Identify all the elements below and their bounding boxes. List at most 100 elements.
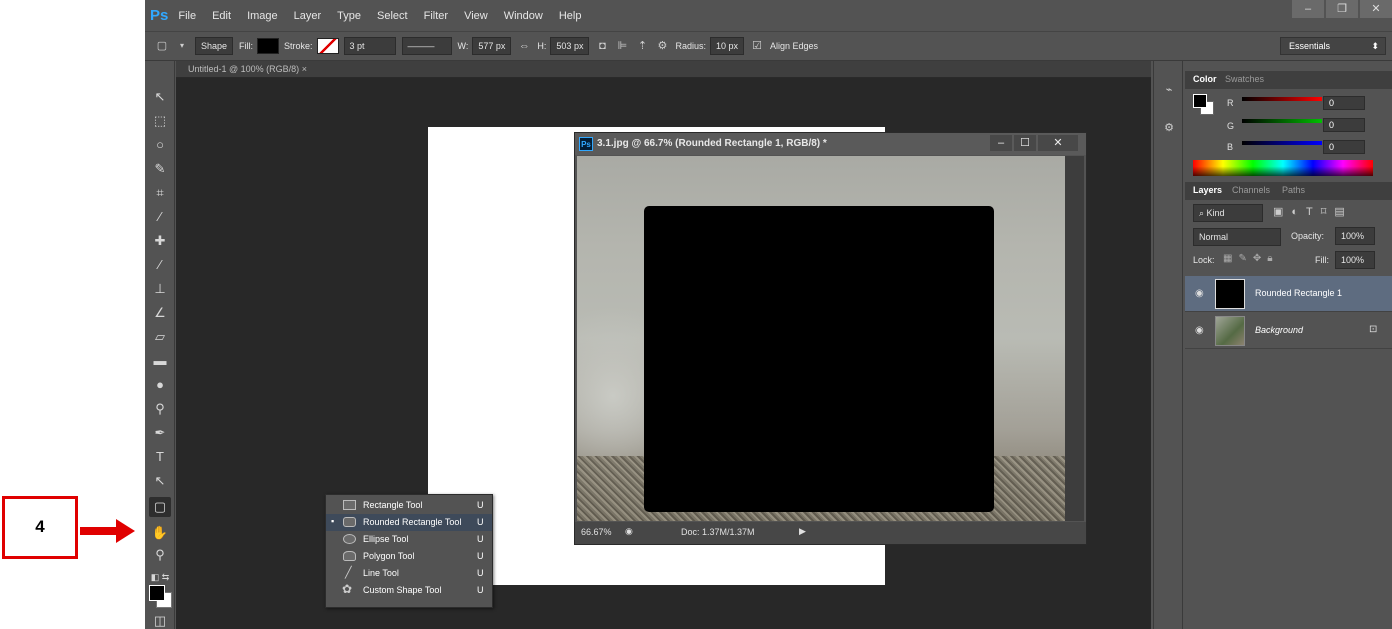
zoom-level[interactable]: 66.67% [581,527,612,537]
red-value-input[interactable]: 0 [1323,96,1365,110]
visibility-eye-icon[interactable]: ◉ [1195,288,1204,299]
custom-shape-tool-item[interactable]: ✿ Custom Shape Tool U [326,582,492,599]
tab-swatches[interactable]: Swatches [1225,74,1264,84]
tab-layers[interactable]: Layers [1193,185,1222,195]
green-value-input[interactable]: 0 [1323,118,1365,132]
healing-brush-tool-icon[interactable]: ✚ [149,231,171,251]
menu-type[interactable]: Type [337,10,361,22]
radius-input[interactable]: 10 px [709,37,744,55]
history-panel-icon[interactable]: ⌁ [1161,83,1177,99]
status-info-icon[interactable]: ◉ [625,526,633,537]
gear-icon[interactable]: ⚙ [655,39,669,53]
stroke-type-select[interactable]: ——— [401,37,452,55]
maximize-button[interactable]: ☐ [1014,135,1036,151]
blue-value-input[interactable]: 0 [1323,140,1365,154]
default-colors-icon[interactable]: ◧ ⇆ [149,567,171,587]
polygon-tool-item[interactable]: Polygon Tool U [326,548,492,565]
layer-name[interactable]: Rounded Rectangle 1 [1255,288,1342,298]
document-tab[interactable]: Untitled-1 @ 100% (RGB/8) × [176,61,1151,78]
zoom-tool-icon[interactable]: ⚲ [149,545,171,565]
lasso-tool-icon[interactable]: ○ [149,135,171,155]
gradient-tool-icon[interactable]: ▬ [149,351,171,371]
menu-view[interactable]: View [464,10,488,22]
blend-mode-select[interactable]: Normal [1193,228,1281,246]
blue-slider[interactable] [1242,141,1322,145]
layer-filter-icons[interactable]: ▣◐T⌑▤ [1273,205,1353,218]
eraser-tool-icon[interactable]: ▱ [149,327,171,347]
green-slider[interactable] [1242,119,1322,123]
clone-stamp-tool-icon[interactable]: ⊥ [149,279,171,299]
rounded-rectangle-shape[interactable] [644,206,994,512]
floating-document-window[interactable]: Ps 3.1.jpg @ 66.7% (Rounded Rectangle 1,… [574,132,1087,545]
link-icon[interactable]: ⇔ [517,39,531,53]
layer-row-rounded-rectangle[interactable]: ◉ Rounded Rectangle 1 [1185,276,1392,312]
tab-paths[interactable]: Paths [1282,185,1305,195]
red-slider[interactable] [1242,97,1322,101]
visibility-eye-icon[interactable]: ◉ [1195,325,1204,336]
pen-tool-icon[interactable]: ✒ [149,423,171,443]
tool-preset-icon[interactable]: ▢ [155,39,169,53]
chevron-down-icon[interactable]: ▾ [175,39,189,53]
menu-help[interactable]: Help [559,10,582,22]
floating-window-titlebar[interactable]: Ps 3.1.jpg @ 66.7% (Rounded Rectangle 1,… [575,133,1086,155]
menu-edit[interactable]: Edit [212,10,231,22]
foreground-color-swatch[interactable] [149,585,165,601]
color-foreground-swatch[interactable] [1193,94,1207,108]
layer-name[interactable]: Background [1255,325,1303,335]
minimize-button[interactable]: – [1292,0,1324,18]
photo-canvas[interactable] [577,156,1065,521]
eyedropper-tool-icon[interactable]: ⁄ [149,207,171,227]
fill-input[interactable]: 100% [1335,251,1375,269]
path-arrangement-icon[interactable]: ⇡ [635,39,649,53]
dodge-tool-icon[interactable]: ⚲ [149,399,171,419]
crop-tool-icon[interactable]: ⌗ [149,183,171,203]
close-icon[interactable]: × [302,64,307,74]
properties-panel-icon[interactable]: ⚙ [1161,121,1177,137]
menu-window[interactable]: Window [504,10,543,22]
menu-layer[interactable]: Layer [294,10,322,22]
rounded-rectangle-tool-item[interactable]: ▪ Rounded Rectangle Tool U [326,514,492,531]
path-operations-icon[interactable]: ◘ [595,39,609,53]
vertical-scrollbar[interactable] [1065,156,1084,521]
tab-color[interactable]: Color [1193,74,1217,84]
lock-icons[interactable]: ▦✎✥🔒︎ [1223,253,1279,264]
color-spectrum[interactable] [1193,160,1373,176]
rectangle-tool-item[interactable]: Rectangle Tool U [326,497,492,514]
layer-filter-select[interactable]: ⌕ Kind [1193,204,1263,222]
width-input[interactable]: 577 px [472,37,512,55]
shape-mode-select[interactable]: Shape [195,37,234,55]
hand-tool-icon[interactable]: ✋ [149,523,171,543]
fill-swatch[interactable] [257,38,280,54]
workspace-select[interactable]: Essentials ⬍ [1280,37,1386,55]
status-menu-arrow-icon[interactable]: ▶ [799,526,806,537]
layer-row-background[interactable]: ◉ Background ⊡ [1185,313,1392,349]
checkbox-checked-icon[interactable]: ☑ [750,39,764,53]
marquee-tool-icon[interactable]: ⬚ [149,111,171,131]
menu-image[interactable]: Image [247,10,278,22]
tab-channels[interactable]: Channels [1232,185,1270,195]
menu-file[interactable]: File [178,10,196,22]
stroke-width-input[interactable]: 3 pt [343,37,396,55]
close-button[interactable]: ✕ [1038,135,1078,151]
restore-button[interactable]: ❐ [1326,0,1358,18]
ellipse-tool-item[interactable]: Ellipse Tool U [326,531,492,548]
history-brush-tool-icon[interactable]: ∠ [149,303,171,323]
align-edges-label[interactable]: Align Edges [770,41,818,51]
minimize-button[interactable]: – [990,135,1012,151]
line-tool-item[interactable]: ╱ Line Tool U [326,565,492,582]
blur-tool-icon[interactable]: ● [149,375,171,395]
menu-select[interactable]: Select [377,10,408,22]
path-selection-tool-icon[interactable]: ↖ [149,471,171,491]
stroke-swatch[interactable] [316,38,339,54]
path-alignment-icon[interactable]: ⊫ [615,39,629,53]
opacity-input[interactable]: 100% [1335,227,1375,245]
quick-select-tool-icon[interactable]: ✎ [149,159,171,179]
menu-filter[interactable]: Filter [424,10,448,22]
close-button[interactable]: ✕ [1360,0,1392,18]
height-input[interactable]: 503 px [550,37,590,55]
shape-tool-icon[interactable]: ▢ [149,497,171,517]
quick-mask-icon[interactable]: ◫ [149,611,171,629]
move-tool-icon[interactable]: ↖ [149,87,171,107]
type-tool-icon[interactable]: T [149,447,171,467]
brush-tool-icon[interactable]: ∕ [149,255,171,275]
